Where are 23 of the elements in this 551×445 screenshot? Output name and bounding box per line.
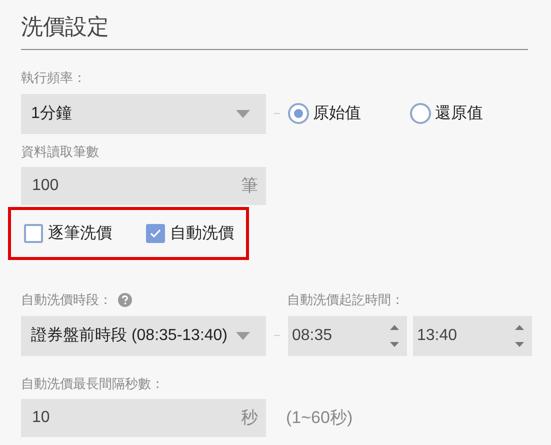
check-icon (150, 229, 161, 238)
checkbox-option[interactable]: 逐筆洗價 (24, 222, 112, 246)
caret-icon (236, 110, 250, 118)
time-field[interactable]: 08:35 (288, 316, 407, 356)
field-label: 執行頻率： (21, 69, 86, 87)
field-label: 自動洗價起訖時間： (287, 291, 404, 309)
input-field[interactable]: 10 秒 (21, 399, 266, 437)
range-hint: (1~60秒) (286, 407, 353, 430)
checkbox-option[interactable]: 自動洗價 (146, 222, 234, 246)
field-label: 自動洗價最長間隔秒數： (21, 374, 164, 392)
time-field[interactable]: 13:40 (413, 316, 532, 356)
input-field[interactable]: 100 筆 (21, 167, 266, 205)
field-label: 資料讀取筆數 (21, 142, 99, 160)
stepper-icon[interactable] (390, 324, 399, 348)
stepper-icon[interactable] (515, 324, 524, 348)
dropdown[interactable]: 證券盤前時段 (08:35-13:40) (21, 316, 266, 356)
section-title: 洗價設定 (21, 14, 109, 39)
field-label: 自動洗價時段： (21, 291, 112, 309)
radio-option[interactable]: 原始值 (288, 102, 410, 126)
help-icon[interactable] (118, 292, 132, 307)
radio-option[interactable]: 還原值 (410, 102, 532, 126)
dropdown[interactable]: 1分鐘 (21, 94, 266, 134)
caret-icon (236, 332, 250, 340)
